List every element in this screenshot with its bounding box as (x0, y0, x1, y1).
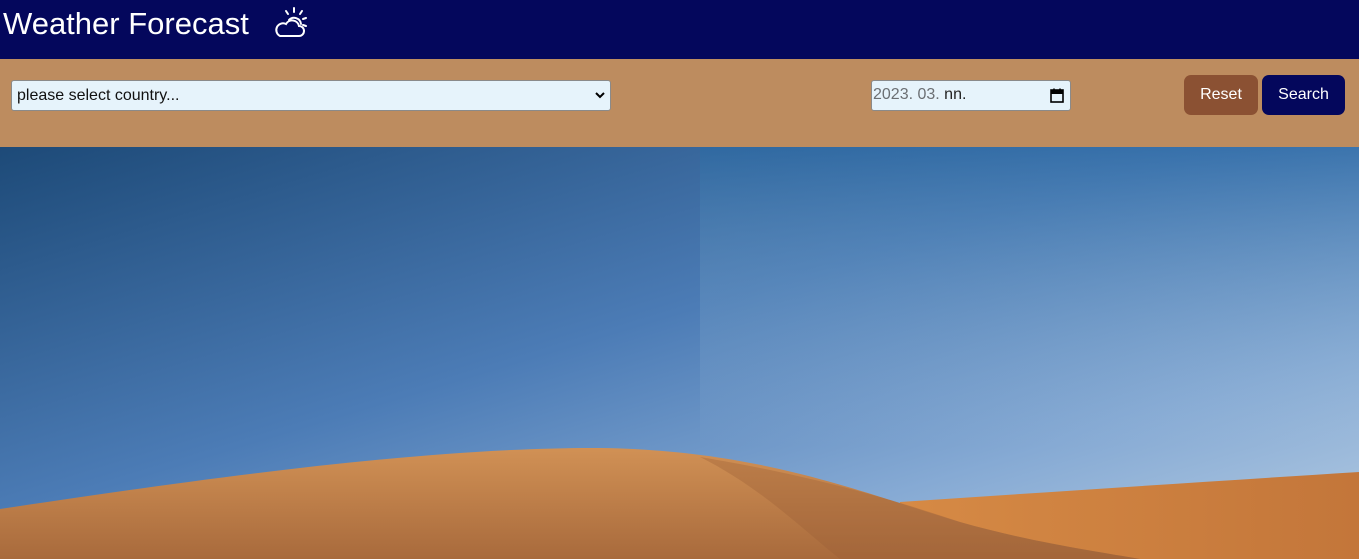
date-value-prefix: 2023. 03. (873, 86, 940, 103)
desert-dunes-illustration (0, 147, 1359, 559)
search-toolbar: please select country... 2023. 03. nn. R… (0, 59, 1359, 147)
app-header: Weather Forecast (0, 0, 1359, 59)
desert-background-image (0, 147, 1359, 559)
chevron-down-icon (595, 92, 605, 99)
date-value: 2023. 03. nn. (873, 86, 966, 104)
search-button[interactable]: Search (1262, 75, 1345, 115)
cloud-sun-icon (275, 7, 307, 37)
calendar-icon[interactable] (1050, 88, 1064, 103)
reset-button[interactable]: Reset (1184, 75, 1258, 115)
country-select-value: please select country... (17, 87, 180, 104)
country-select[interactable]: please select country... (11, 80, 611, 111)
page-title: Weather Forecast (3, 6, 249, 41)
date-input[interactable]: 2023. 03. nn. (871, 80, 1071, 111)
date-value-suffix: nn. (939, 86, 967, 103)
